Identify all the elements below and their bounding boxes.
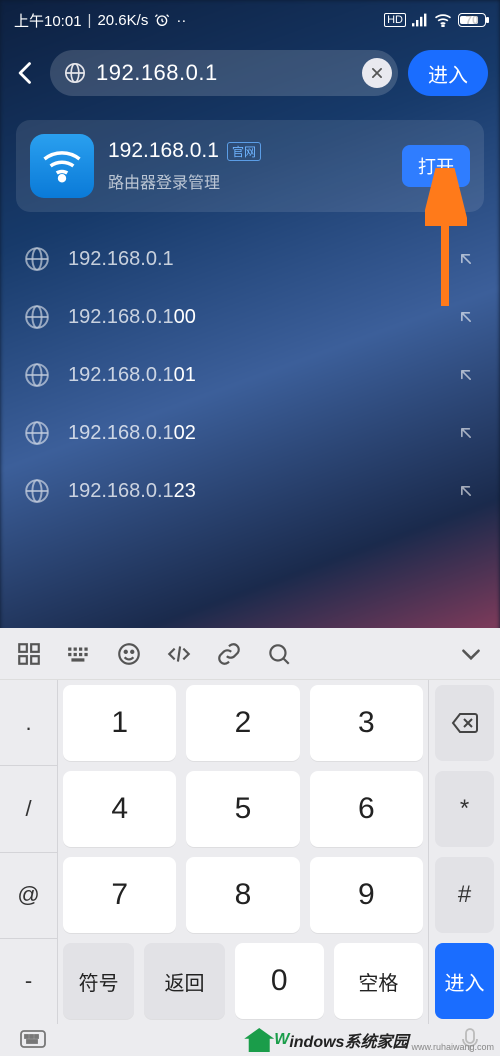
watermark: Windows系统家园 www.ruhaiwang.com bbox=[244, 1028, 494, 1052]
fill-arrow-icon[interactable] bbox=[456, 307, 476, 327]
status-bar: 上午10:01 | 20.6K/s ·· HD 70 bbox=[0, 0, 500, 40]
wifi-icon bbox=[434, 13, 452, 27]
space-key[interactable]: 空格 bbox=[334, 943, 423, 1019]
suggestion-text: 192.168.0.123 bbox=[68, 480, 438, 503]
official-badge: 官网 bbox=[227, 142, 261, 161]
num-key-0[interactable]: 0 bbox=[235, 943, 324, 1019]
search-icon[interactable] bbox=[266, 641, 292, 667]
fill-arrow-icon[interactable] bbox=[456, 423, 476, 443]
backspace-key[interactable] bbox=[435, 685, 494, 761]
chevron-down-icon[interactable] bbox=[458, 641, 484, 667]
num-key-9[interactable]: 9 bbox=[310, 857, 423, 933]
signal-icon bbox=[412, 13, 428, 27]
address-text: 192.168.0.1 bbox=[96, 60, 352, 86]
open-button[interactable]: 打开 bbox=[402, 145, 470, 187]
address-bar-row: 192.168.0.1 进入 bbox=[0, 40, 500, 106]
go-button[interactable]: 进入 bbox=[408, 50, 488, 96]
more-dots: ·· bbox=[176, 12, 186, 29]
app-result-card[interactable]: 192.168.0.1 官网 路由器登录管理 打开 bbox=[16, 120, 484, 212]
star-key[interactable]: * bbox=[435, 771, 494, 847]
num-key-8[interactable]: 8 bbox=[186, 857, 299, 933]
battery-indicator: 70 bbox=[458, 13, 486, 27]
num-key-6[interactable]: 6 bbox=[310, 771, 423, 847]
alarm-icon bbox=[154, 12, 170, 28]
suggestion-item[interactable]: 192.168.0.123 bbox=[0, 462, 500, 520]
keyboard-toolbar bbox=[0, 628, 500, 680]
symbols-key[interactable]: 符号 bbox=[63, 943, 134, 1019]
globe-icon bbox=[24, 362, 50, 388]
suggestion-text: 192.168.0.101 bbox=[68, 364, 438, 387]
app-result-title: 192.168.0.1 bbox=[108, 139, 219, 163]
numeric-keyboard: ./@- 123 456 789 符号 返回 0 空格 * # 进入 bbox=[0, 628, 500, 1056]
fill-arrow-icon[interactable] bbox=[456, 365, 476, 385]
suggestion-text: 192.168.0.100 bbox=[68, 306, 438, 329]
address-field[interactable]: 192.168.0.1 bbox=[50, 50, 398, 96]
suggestion-item[interactable]: 192.168.0.100 bbox=[0, 288, 500, 346]
enter-key-side[interactable]: 进入 bbox=[435, 943, 494, 1019]
num-key-5[interactable]: 5 bbox=[186, 771, 299, 847]
clear-button[interactable] bbox=[362, 58, 392, 88]
status-time: 上午10:01 bbox=[14, 10, 82, 31]
keyboard-layout-icon[interactable] bbox=[66, 641, 92, 667]
globe-icon bbox=[24, 304, 50, 330]
suggestion-list: 192.168.0.1 192.168.0.100 192.168.0.101 … bbox=[0, 230, 500, 520]
globe-icon bbox=[64, 62, 86, 84]
hd-indicator: HD bbox=[384, 13, 406, 27]
suggestion-item[interactable]: 192.168.0.101 bbox=[0, 346, 500, 404]
hash-key[interactable]: # bbox=[435, 857, 494, 933]
suggestion-text: 192.168.0.102 bbox=[68, 422, 438, 445]
wifi-app-icon bbox=[30, 134, 94, 198]
close-icon bbox=[370, 66, 384, 80]
num-key-7[interactable]: 7 bbox=[63, 857, 176, 933]
num-key-4[interactable]: 4 bbox=[63, 771, 176, 847]
globe-icon bbox=[24, 420, 50, 446]
punct-key[interactable]: . bbox=[0, 680, 57, 766]
num-key-1[interactable]: 1 bbox=[63, 685, 176, 761]
punct-key[interactable]: - bbox=[0, 939, 57, 1024]
punct-key[interactable]: / bbox=[0, 766, 57, 852]
globe-icon bbox=[24, 246, 50, 272]
fill-arrow-icon[interactable] bbox=[456, 481, 476, 501]
code-icon[interactable] bbox=[166, 641, 192, 667]
num-key-3[interactable]: 3 bbox=[310, 685, 423, 761]
return-key[interactable]: 返回 bbox=[144, 943, 224, 1019]
keyboard-switch-icon[interactable] bbox=[20, 1030, 46, 1050]
fill-arrow-icon[interactable] bbox=[456, 249, 476, 269]
house-icon bbox=[244, 1028, 274, 1052]
suggestion-item[interactable]: 192.168.0.1 bbox=[0, 230, 500, 288]
suggestion-item[interactable]: 192.168.0.102 bbox=[0, 404, 500, 462]
link-icon[interactable] bbox=[216, 641, 242, 667]
suggestion-text: 192.168.0.1 bbox=[68, 248, 438, 271]
smiley-icon[interactable] bbox=[116, 641, 142, 667]
globe-icon bbox=[24, 478, 50, 504]
status-net-speed: 20.6K/s bbox=[97, 12, 148, 29]
punct-key[interactable]: @ bbox=[0, 853, 57, 939]
backspace-icon bbox=[451, 712, 479, 734]
grid-icon[interactable] bbox=[16, 641, 42, 667]
back-icon[interactable] bbox=[12, 59, 40, 87]
app-result-subtitle: 路由器登录管理 bbox=[108, 169, 388, 193]
num-key-2[interactable]: 2 bbox=[186, 685, 299, 761]
